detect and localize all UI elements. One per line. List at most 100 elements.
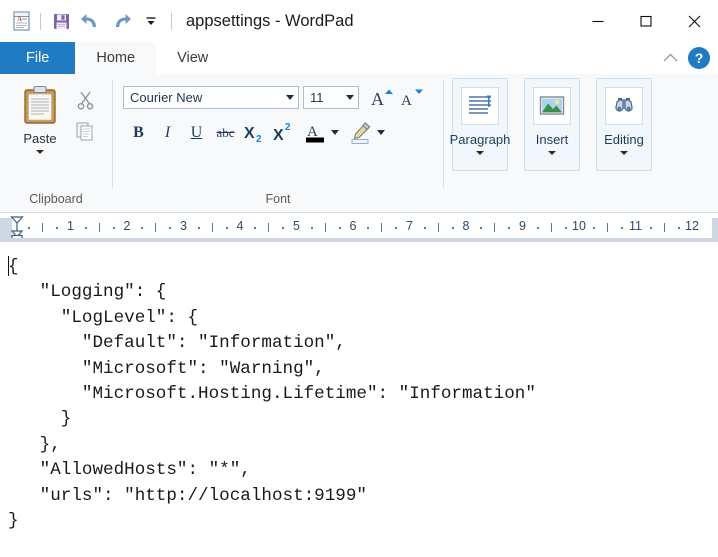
subscript-icon: X 2: [244, 125, 262, 145]
paste-button[interactable]: Paste: [10, 82, 70, 154]
tab-home[interactable]: Home: [75, 42, 157, 74]
font-family-value: Courier New: [130, 89, 203, 105]
ribbon-group-clipboard: Paste Clipboard: [0, 74, 112, 212]
ruler-quarter-inch-tick: [141, 227, 143, 229]
undo-icon[interactable]: [76, 7, 106, 35]
close-button[interactable]: [670, 0, 718, 42]
paste-icon: [24, 85, 56, 124]
chevron-down-icon[interactable]: [286, 94, 294, 100]
subscript-button[interactable]: X 2: [241, 119, 268, 146]
underline-label: U: [190, 123, 203, 141]
cut-button[interactable]: [72, 86, 98, 112]
ruler-number: 5: [293, 219, 300, 233]
ruler-quarter-inch-tick: [254, 227, 256, 229]
paragraph-button[interactable]: Paragraph: [450, 78, 510, 171]
ruler-half-inch-tick: [325, 223, 326, 232]
ruler-quarter-inch-tick: [169, 227, 171, 229]
group-label-font: Font: [265, 192, 291, 206]
help-button[interactable]: ?: [688, 47, 710, 69]
title-bar: A appsettings - WordPad: [0, 0, 718, 42]
save-icon[interactable]: [46, 7, 76, 35]
shrink-font-button[interactable]: A: [399, 84, 425, 110]
superscript-button[interactable]: X 2: [270, 119, 297, 146]
copy-button[interactable]: [72, 118, 98, 144]
ruler-quarter-inch-tick: [85, 227, 87, 229]
maximize-button[interactable]: [622, 0, 670, 42]
text-color-dropdown-caret-icon[interactable]: [331, 130, 339, 135]
ruler-half-inch-tick: [42, 223, 43, 232]
svg-text:2: 2: [256, 134, 262, 145]
ruler-number: 3: [180, 219, 187, 233]
ruler-half-inch-tick: [268, 223, 269, 232]
bold-button[interactable]: B: [125, 119, 152, 146]
editing-button[interactable]: Editing: [596, 78, 652, 171]
tab-home-label: Home: [96, 50, 136, 66]
quick-access-toolbar: A: [0, 7, 177, 35]
ruler-number: 1: [67, 219, 74, 233]
ruler[interactable]: 1 2 3 4 5 6 7 8 9 10 11 12: [0, 213, 718, 243]
ruler-half-inch-tick: [155, 223, 156, 232]
svg-text:2: 2: [285, 122, 291, 133]
insert-label: Insert: [535, 132, 569, 147]
insert-button[interactable]: Insert: [524, 78, 580, 171]
italic-button[interactable]: I: [154, 119, 181, 146]
strikethrough-button[interactable]: abc: [212, 119, 239, 146]
highlight-button[interactable]: [347, 119, 374, 146]
help-label: ?: [694, 50, 704, 66]
superscript-icon: X 2: [273, 122, 291, 144]
customize-qat-icon[interactable]: [136, 7, 166, 35]
ruler-quarter-inch-tick: [395, 227, 397, 229]
tab-strip-right-controls: ?: [658, 42, 718, 74]
ruler-quarter-inch-tick: [678, 227, 680, 229]
ribbon-group-editing: Editing: [588, 74, 660, 212]
ruler-number: 2: [123, 219, 131, 233]
italic-label: I: [164, 123, 171, 141]
ruler-number: 12: [685, 219, 699, 233]
collapse-ribbon-icon[interactable]: [658, 46, 682, 70]
insert-dropdown-caret-icon[interactable]: [548, 151, 556, 155]
font-size-combobox[interactable]: 11: [303, 85, 359, 109]
paste-dropdown-caret-icon[interactable]: [36, 150, 44, 154]
document-text[interactable]: { "Logging": { "LogLevel": { "Default": …: [8, 255, 536, 534]
svg-text:X: X: [273, 127, 284, 144]
insert-icon-box: [533, 87, 571, 125]
editing-dropdown-caret-icon[interactable]: [620, 151, 628, 155]
wordpad-document-icon[interactable]: A: [9, 7, 35, 35]
wordpad-window: A appsettings - WordPad File Home View ?…: [0, 0, 718, 557]
ruler-quarter-inch-tick: [198, 227, 200, 229]
svg-text:X: X: [244, 125, 255, 142]
tab-file[interactable]: File: [0, 42, 76, 74]
ruler-half-inch-tick: [664, 223, 665, 232]
paragraph-dropdown-caret-icon[interactable]: [476, 151, 484, 155]
tab-file-label: File: [26, 50, 50, 66]
redo-icon[interactable]: [106, 7, 136, 35]
ruler-half-inch-tick: [607, 223, 608, 232]
minimize-button[interactable]: [574, 0, 622, 42]
ruler-half-inch-tick: [494, 223, 495, 232]
ribbon-group-paragraph: Paragraph: [444, 74, 516, 212]
tab-view[interactable]: View: [156, 42, 230, 74]
grow-font-button[interactable]: A: [369, 84, 395, 110]
paragraph-icon: [469, 95, 491, 114]
ruler-quarter-inch-tick: [565, 227, 567, 229]
ribbon-group-insert: Insert: [516, 74, 588, 212]
highlight-dropdown-caret-icon[interactable]: [377, 130, 385, 135]
svg-text:A: A: [17, 15, 22, 23]
window-title: appsettings - WordPad: [186, 11, 354, 30]
document-canvas[interactable]: { "Logging": { "LogLevel": { "Default": …: [0, 243, 718, 557]
ruler-quarter-inch-tick: [367, 227, 369, 229]
underline-button[interactable]: U: [183, 119, 210, 146]
paste-label: Paste: [23, 131, 57, 146]
ruler-quarter-inch-tick: [282, 227, 284, 229]
text-color-button[interactable]: A: [303, 119, 328, 146]
ruler-number: 6: [349, 219, 357, 233]
ruler-number: 8: [462, 219, 470, 233]
font-family-combobox[interactable]: Courier New: [123, 85, 299, 109]
ruler-quarter-inch-tick: [537, 227, 539, 229]
chevron-down-icon[interactable]: [346, 94, 354, 100]
strikethrough-label: abc: [216, 124, 235, 140]
ruler-half-inch-tick: [99, 223, 100, 232]
ruler-quarter-inch-tick: [339, 227, 341, 229]
binoculars-icon: [615, 98, 633, 112]
ruler-quarter-inch-tick: [621, 227, 623, 229]
